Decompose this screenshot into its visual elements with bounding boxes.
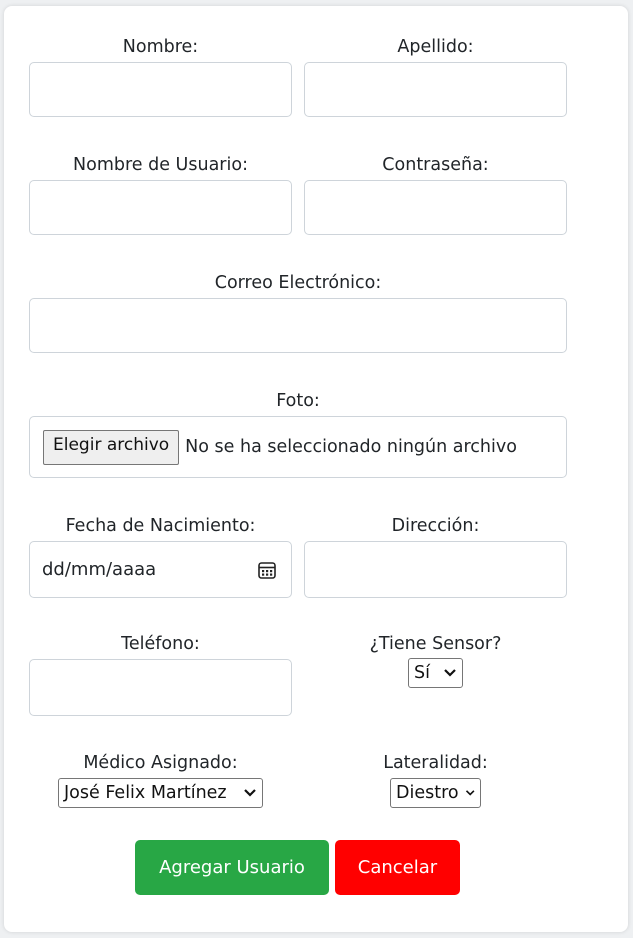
choose-file-button[interactable]: Elegir archivo <box>43 429 180 465</box>
foto-label: Foto: <box>276 391 320 411</box>
contrasena-label: Contraseña: <box>382 155 489 175</box>
lateralidad-select[interactable]: Diestro <box>390 778 481 808</box>
telefono-label: Teléfono: <box>121 634 200 654</box>
nombre-input[interactable] <box>29 62 292 117</box>
telefono-input[interactable] <box>29 659 292 716</box>
sensor-select[interactable]: Sí <box>408 658 463 688</box>
direccion-label: Dirección: <box>391 516 480 536</box>
sensor-group: ¿Tiene Sensor? Sí <box>304 633 567 693</box>
chevron-down-icon <box>244 789 256 797</box>
nombre-label: Nombre: <box>122 37 199 57</box>
fecha-label: Fecha de Nacimiento: <box>65 516 256 536</box>
medico-group: Médico Asignado: José Felix Martínez <box>29 752 292 812</box>
apellido-input[interactable] <box>304 62 567 117</box>
add-user-button[interactable]: Agregar Usuario <box>135 840 329 895</box>
direccion-input[interactable] <box>304 541 567 598</box>
correo-input[interactable] <box>29 298 567 353</box>
apellido-label: Apellido: <box>397 37 474 57</box>
chevron-down-icon <box>465 790 475 796</box>
contrasena-input[interactable] <box>304 180 567 235</box>
cancel-button[interactable]: Cancelar <box>335 840 460 895</box>
medico-label: Médico Asignado: <box>83 753 238 773</box>
foto-group: Foto: Elegir archivo No se ha selecciona… <box>29 390 567 480</box>
medico-value: José Felix Martínez <box>64 783 227 803</box>
fecha-placeholder: dd/mm/aaaa <box>42 559 157 580</box>
apellido-group: Apellido: <box>304 36 567 119</box>
sensor-value: Sí <box>414 663 430 683</box>
lateralidad-label: Lateralidad: <box>383 753 488 773</box>
usuario-input[interactable] <box>29 180 292 235</box>
file-status-text: No se ha seleccionado ningún archivo <box>185 437 517 457</box>
lateralidad-value: Diestro <box>396 783 459 803</box>
lateralidad-group: Lateralidad: Diestro <box>304 752 567 812</box>
foto-file-input[interactable]: Elegir archivo No se ha seleccionado nin… <box>29 416 567 478</box>
medico-select[interactable]: José Felix Martínez <box>58 778 263 808</box>
form-card: Nombre: Apellido: Nombre de Usuario: Con… <box>4 6 628 932</box>
correo-group: Correo Electrónico: <box>29 272 567 355</box>
nombre-group: Nombre: <box>29 36 292 119</box>
fecha-group: Fecha de Nacimiento: dd/mm/aaaa <box>29 515 292 600</box>
correo-label: Correo Electrónico: <box>214 273 382 293</box>
usuario-label: Nombre de Usuario: <box>73 155 248 175</box>
usuario-group: Nombre de Usuario: <box>29 154 292 237</box>
telefono-group: Teléfono: <box>29 633 292 716</box>
sensor-label: ¿Tiene Sensor? <box>369 634 502 654</box>
contrasena-group: Contraseña: <box>304 154 567 237</box>
fecha-input[interactable]: dd/mm/aaaa <box>29 541 292 598</box>
direccion-group: Dirección: <box>304 515 567 600</box>
calendar-icon[interactable] <box>257 560 277 580</box>
chevron-down-icon <box>444 669 456 677</box>
